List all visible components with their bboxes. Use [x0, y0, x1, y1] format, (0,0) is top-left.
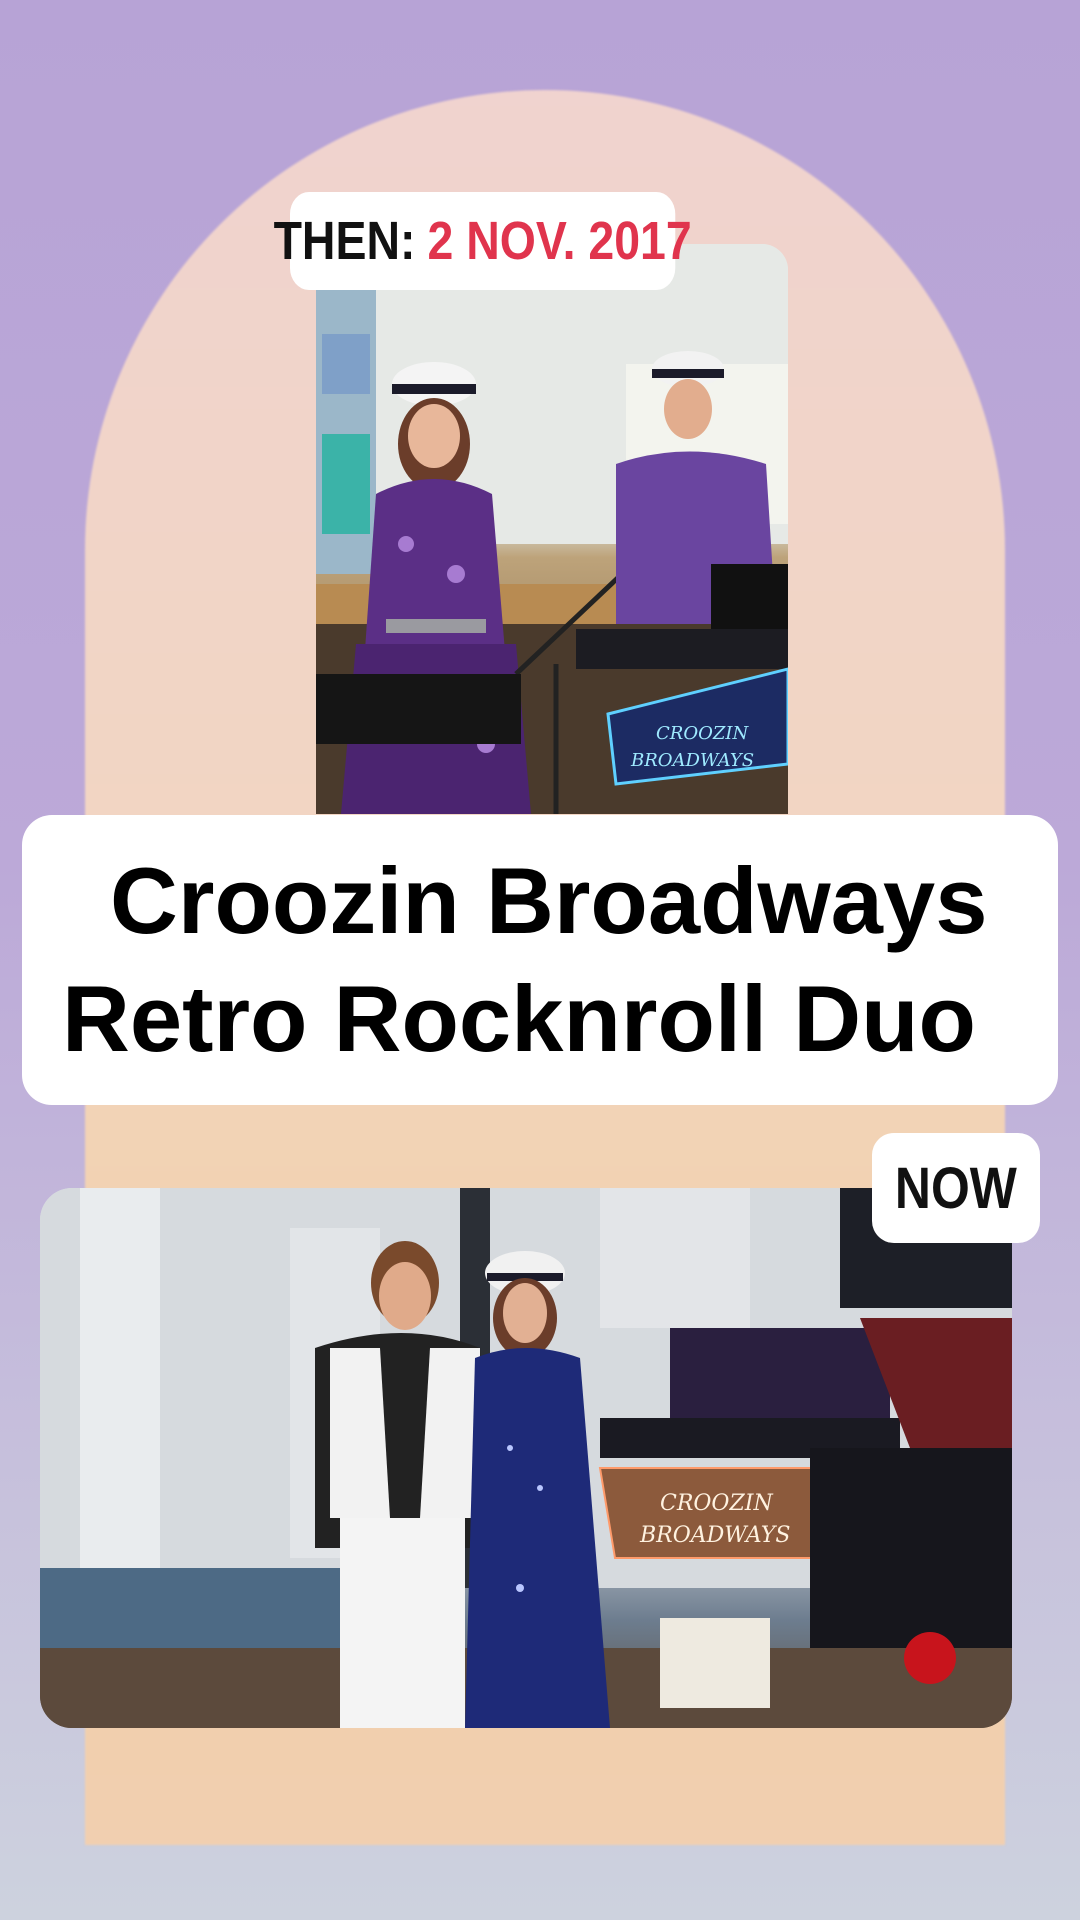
now-photo-scene: CROOZIN BROADWAYS	[40, 1188, 1012, 1728]
then-photo-scene: CROOZIN BROADWAYS	[316, 244, 788, 814]
then-sign-line1: CROOZIN	[656, 723, 749, 744]
then-date: 2 NOV. 2017	[427, 211, 692, 271]
now-sign-line1: CROOZIN	[660, 1491, 773, 1516]
now-label: NOW	[872, 1133, 1040, 1243]
title-line-2: Retro Rocknroll Duo	[62, 966, 976, 1071]
now-label-text: NOW	[895, 1155, 1017, 1221]
then-date-label: THEN: 2 NOV. 2017	[274, 192, 692, 290]
now-sign-line2: BROADWAYS	[639, 1523, 790, 1548]
title-line-1: Croozin Broadways	[110, 848, 988, 953]
then-sign-line2: BROADWAYS	[630, 750, 754, 771]
then-prefix: THEN:	[273, 211, 416, 271]
then-photo: CROOZIN BROADWAYS	[316, 244, 788, 814]
title-card: Croozin Broadways Retro Rocknroll Duo	[22, 815, 1058, 1105]
now-photo: CROOZIN BROADWAYS	[40, 1188, 1012, 1728]
